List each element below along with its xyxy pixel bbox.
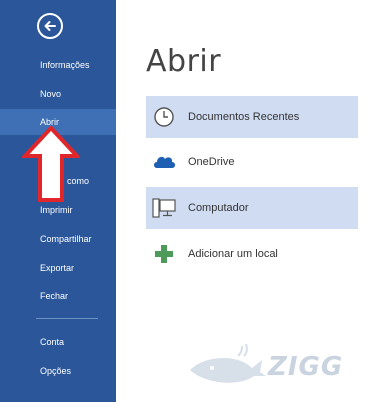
place-label: Documentos Recentes bbox=[188, 111, 300, 123]
sidebar-item-exportar[interactable]: Exportar bbox=[0, 255, 116, 281]
sidebar-item-compartilhar[interactable]: Compartilhar bbox=[0, 226, 116, 252]
sidebar-item-label: Novo bbox=[40, 89, 62, 99]
cloud-icon bbox=[152, 150, 176, 174]
sidebar-item-novo[interactable]: Novo bbox=[0, 81, 116, 107]
watermark-text: ZIGG bbox=[268, 352, 344, 382]
whale-logo-icon bbox=[190, 343, 266, 383]
place-onedrive[interactable]: OneDrive bbox=[146, 141, 358, 183]
place-label: OneDrive bbox=[188, 156, 235, 168]
computer-icon bbox=[152, 196, 176, 220]
plus-icon bbox=[152, 242, 176, 266]
page-title: Abrir bbox=[146, 44, 222, 79]
sidebar-item-fechar[interactable]: Fechar bbox=[0, 283, 116, 309]
sidebar-divider bbox=[36, 318, 98, 319]
place-label: Adicionar um local bbox=[188, 248, 278, 260]
sidebar-item-conta[interactable]: Conta bbox=[0, 329, 116, 355]
place-label: Computador bbox=[188, 202, 249, 214]
sidebar-item-opcoes[interactable]: Opções bbox=[0, 358, 116, 384]
watermark: ZIGG bbox=[188, 340, 358, 390]
arrow-left-icon bbox=[44, 21, 56, 31]
clock-icon bbox=[152, 105, 176, 129]
sidebar-item-label: Compartilhar bbox=[40, 234, 92, 244]
sidebar-item-label: Fechar bbox=[40, 291, 69, 301]
sidebar-item-label: Exportar bbox=[40, 263, 75, 273]
sidebar-item-informacoes[interactable]: Informações bbox=[0, 52, 116, 78]
sidebar-item-label: Imprimir bbox=[40, 205, 73, 215]
back-button[interactable] bbox=[37, 13, 63, 39]
red-arrow-annotation-icon bbox=[22, 126, 80, 202]
place-computador[interactable]: Computador bbox=[146, 187, 358, 229]
sidebar-item-label: Opções bbox=[40, 366, 72, 376]
place-documentos-recentes[interactable]: Documentos Recentes bbox=[146, 96, 358, 138]
place-adicionar-local[interactable]: Adicionar um local bbox=[146, 233, 358, 275]
sidebar-item-label: Informações bbox=[40, 60, 90, 70]
sidebar-item-label: Conta bbox=[40, 337, 65, 347]
